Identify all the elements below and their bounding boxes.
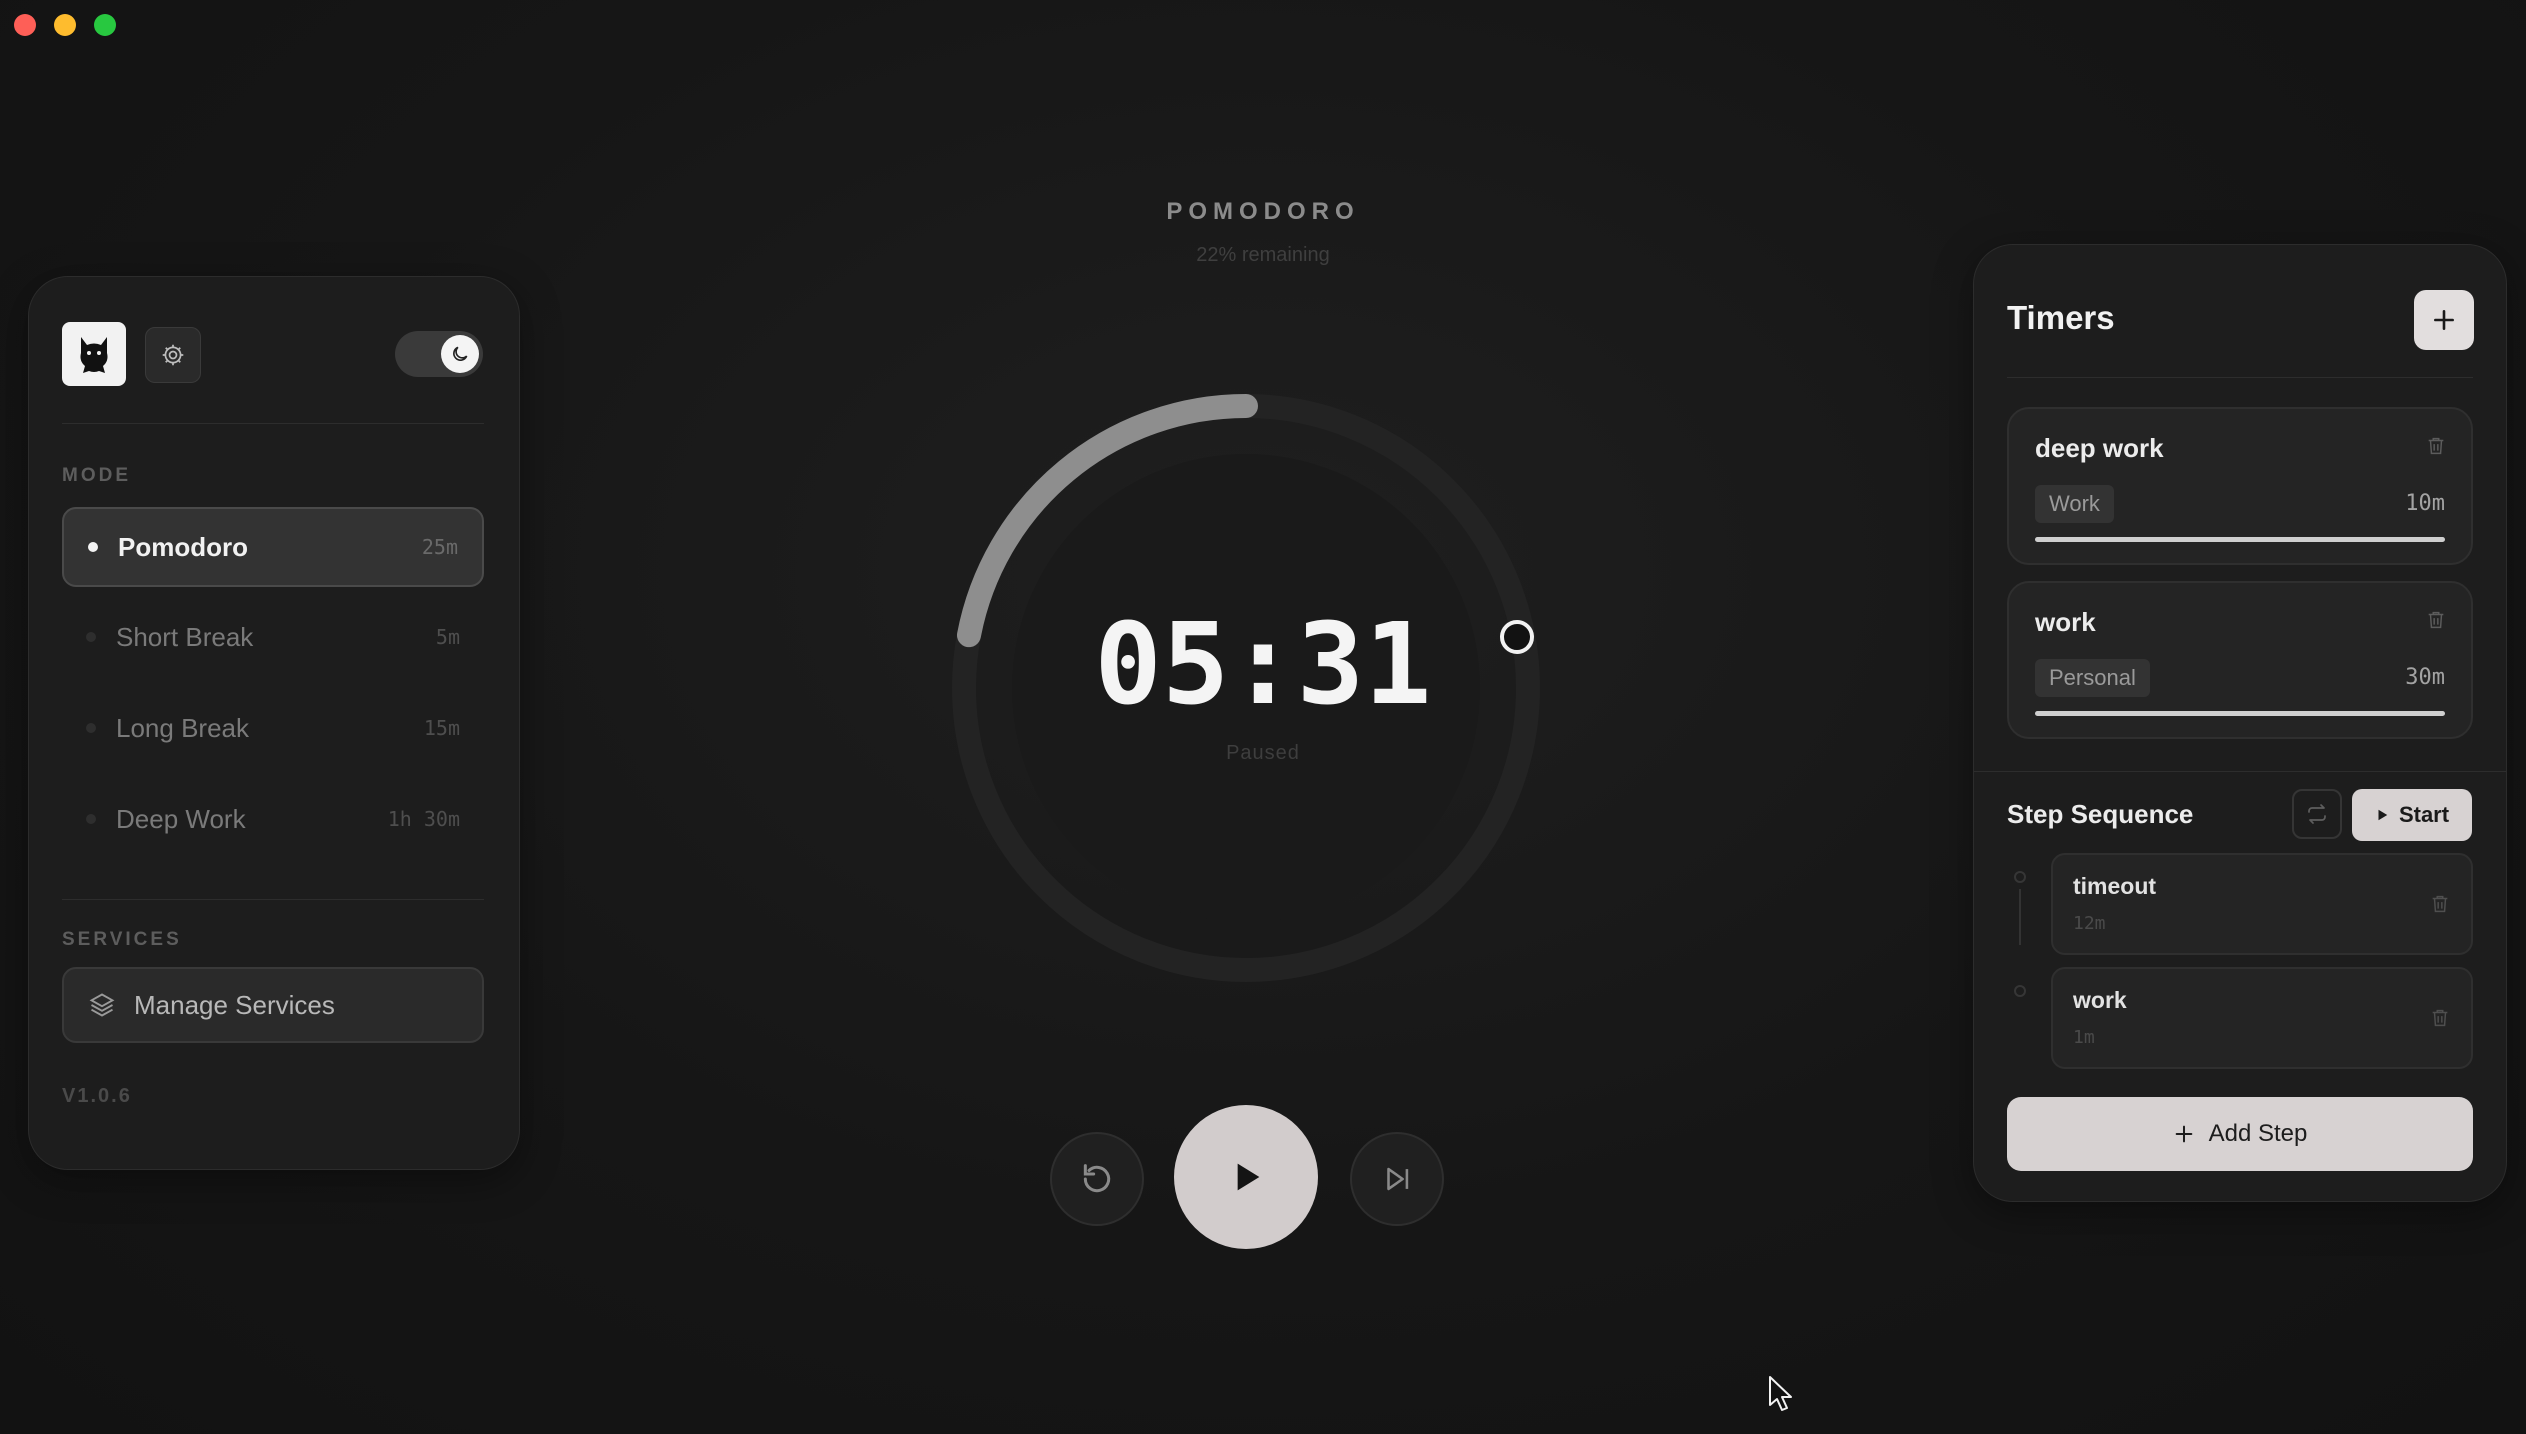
step-connector [2019, 889, 2021, 945]
add-timer-button[interactable] [2414, 290, 2474, 350]
timer-card-progress [2035, 711, 2445, 716]
timer-card-progress [2035, 537, 2445, 542]
delete-step-button[interactable] [2429, 1007, 2451, 1034]
add-step-button[interactable]: Add Step [2007, 1097, 2473, 1171]
moon-icon [453, 346, 468, 361]
plus-icon [2434, 310, 2454, 330]
delete-step-button[interactable] [2429, 893, 2451, 920]
step-marker [2014, 871, 2026, 883]
mode-dot [86, 814, 96, 824]
start-sequence-label: Start [2398, 802, 2450, 827]
timer-card-name: work [2035, 607, 2096, 637]
mode-item-label: Deep Work [116, 803, 246, 834]
repeat-sequence-button[interactable] [2292, 789, 2342, 839]
mode-item-pomodoro[interactable]: Pomodoro 25m [62, 507, 484, 587]
mode-item-duration: 25m [421, 535, 458, 559]
add-step-label: Add Step [2208, 1120, 2308, 1147]
theme-toggle-knob [441, 335, 479, 373]
play-button[interactable] [1174, 1105, 1318, 1249]
step-card-name: work [2073, 987, 2127, 1013]
start-sequence-button[interactable]: Start [2352, 789, 2472, 841]
step-card-work[interactable]: work 1m [2051, 967, 2473, 1069]
sidebar-divider [62, 899, 484, 900]
step-card-duration: 1m [2073, 1027, 2095, 1048]
manage-services-button[interactable]: Manage Services [62, 967, 484, 1043]
mouse-cursor-icon [1769, 1376, 1792, 1411]
step-marker [2014, 985, 2026, 997]
theme-toggle[interactable] [395, 331, 483, 377]
timer-card-deep-work[interactable]: deep work Work 10m [2007, 407, 2473, 565]
app-version: V1.0.6 [62, 1085, 132, 1107]
reset-icon [1083, 1164, 1111, 1193]
reset-button[interactable] [1050, 1132, 1144, 1226]
window-maximize-button[interactable] [94, 14, 116, 36]
timer-card-tag: Personal [2035, 659, 2150, 697]
timer-card-name: deep work [2035, 433, 2164, 463]
skip-button[interactable] [1350, 1132, 1444, 1226]
step-sequence-title: Step Sequence [2007, 799, 2194, 829]
app-logo[interactable] [62, 322, 126, 386]
trash-icon [2432, 895, 2448, 913]
sidebar-divider [62, 423, 484, 424]
services-section-label: SERVICES [62, 929, 182, 950]
play-icon [2378, 809, 2388, 821]
timers-title: Timers [2007, 299, 2115, 336]
window-minimize-button[interactable] [54, 14, 76, 36]
trash-icon [2428, 437, 2444, 455]
timer-card-tag: Work [2035, 485, 2114, 523]
mode-section-label: MODE [62, 465, 131, 486]
delete-timer-button[interactable] [2425, 609, 2447, 636]
sequence-divider [1974, 771, 2506, 772]
timer-card-duration: 30m [2405, 665, 2445, 690]
step-card-duration: 12m [2073, 913, 2106, 934]
skip-forward-icon [1387, 1167, 1409, 1191]
trash-icon [2428, 611, 2444, 629]
plus-icon [2175, 1125, 2192, 1143]
step-card-name: timeout [2073, 873, 2157, 899]
manage-services-label: Manage Services [134, 989, 335, 1020]
step-card-timeout[interactable]: timeout 12m [2051, 853, 2473, 955]
gear-icon [162, 344, 184, 366]
trash-icon [2432, 1009, 2448, 1027]
timer-card-duration: 10m [2405, 491, 2445, 516]
delete-timer-button[interactable] [2425, 435, 2447, 462]
mode-item-label: Pomodoro [118, 531, 248, 562]
timer-card-work[interactable]: work Personal 30m [2007, 581, 2473, 739]
timer-card-progress-fill [2035, 711, 2445, 716]
timer-card-progress-fill [2035, 537, 2445, 542]
timer-mode-title: POMODORO [1166, 198, 1360, 225]
window-close-button[interactable] [14, 14, 36, 36]
mode-item-duration: 1h 30m [387, 807, 460, 831]
mode-item-deep-work[interactable]: Deep Work 1h 30m [62, 779, 484, 859]
settings-button[interactable] [145, 327, 201, 383]
timers-panel: Timers deep work Work 10m work Personal … [1973, 244, 2507, 1202]
timers-divider [2007, 377, 2473, 378]
layers-icon [89, 993, 115, 1017]
mode-active-dot [88, 542, 98, 552]
cat-icon [80, 337, 108, 373]
play-icon [1237, 1163, 1260, 1191]
repeat-icon [2308, 804, 2326, 824]
